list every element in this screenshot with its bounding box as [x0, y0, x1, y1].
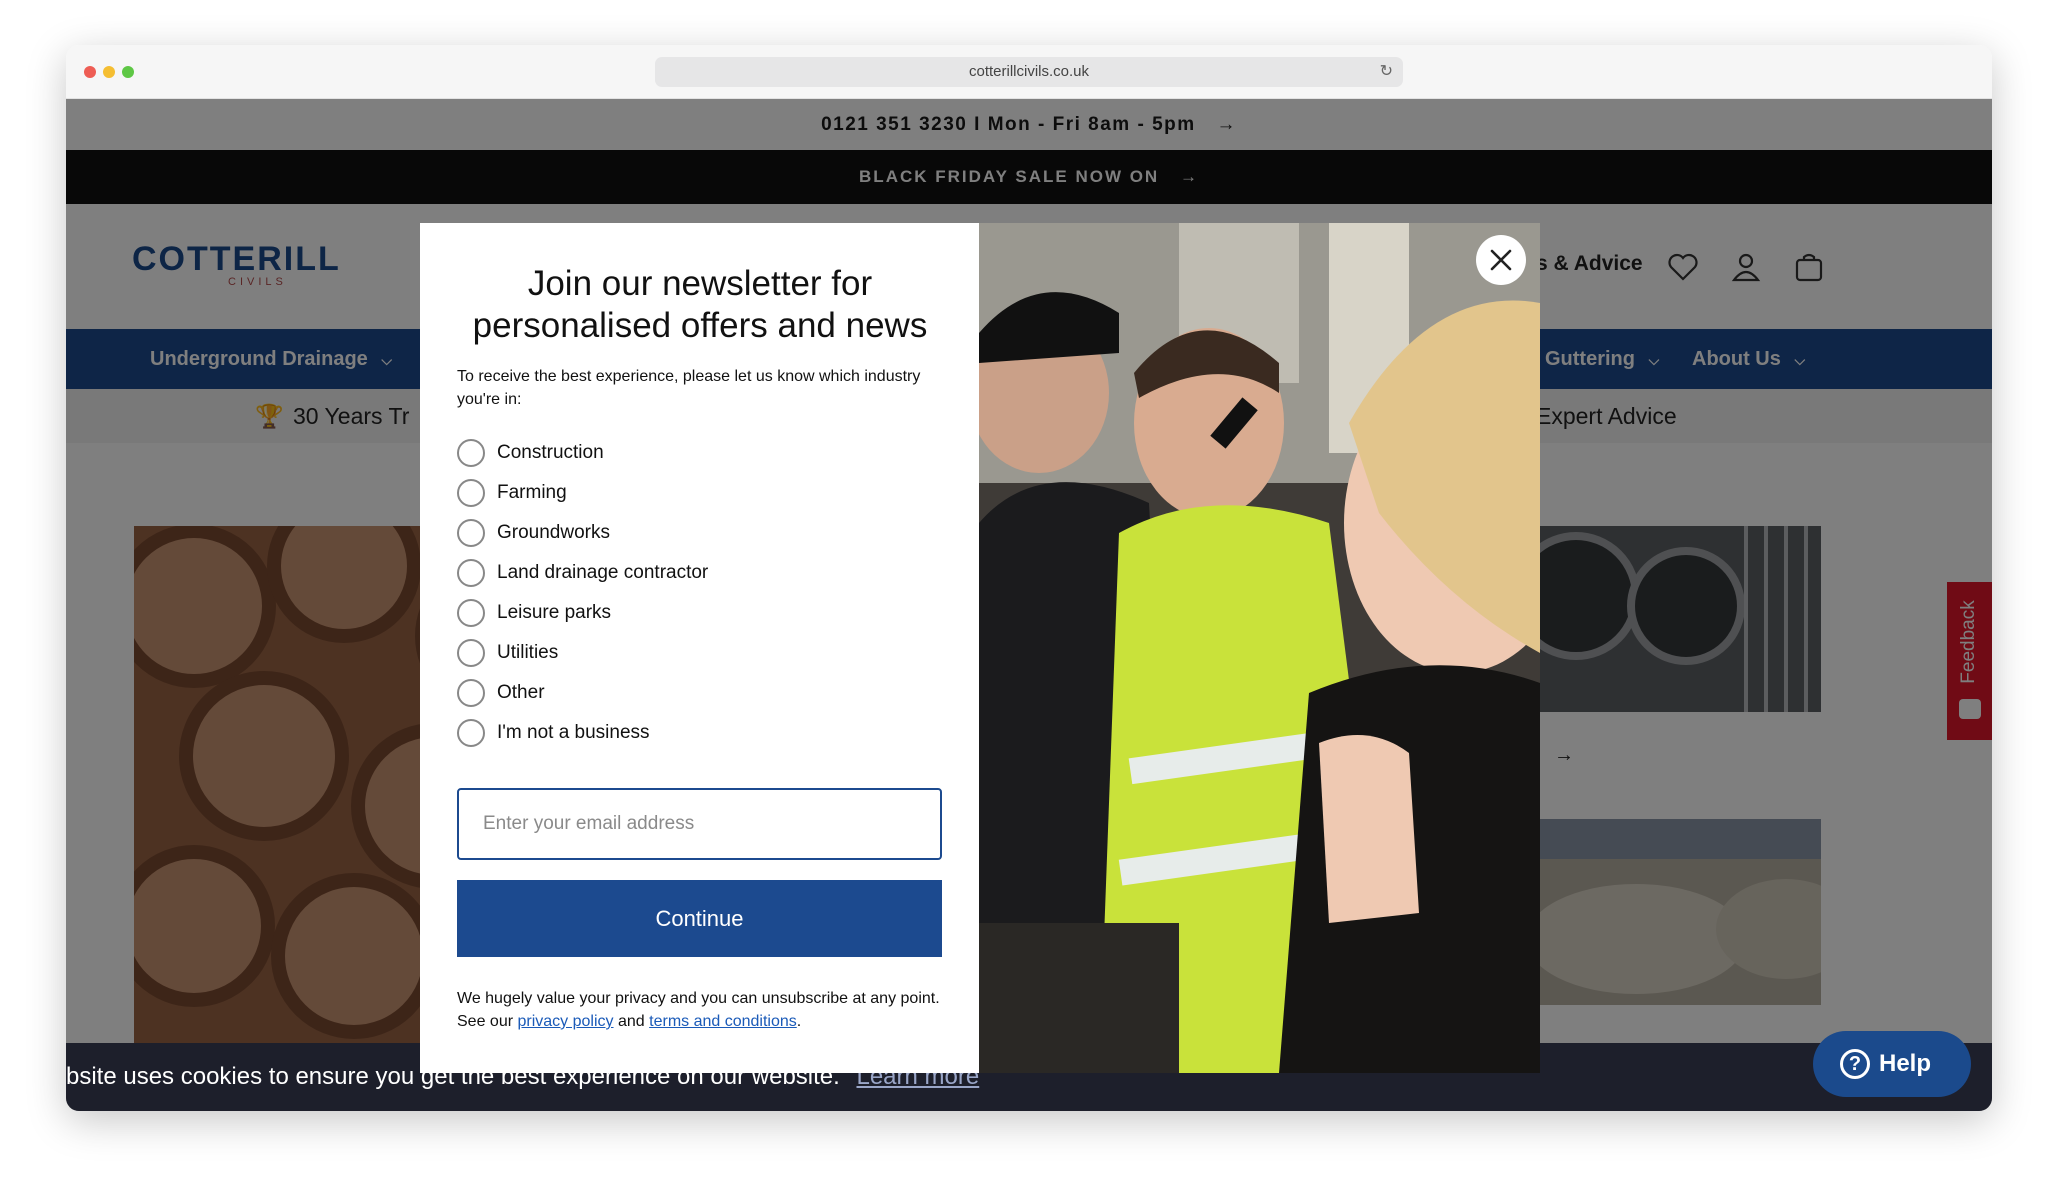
browser-chrome: cotterillcivils.co.uk ↻ — [66, 45, 1992, 99]
question-icon: ? — [1840, 1049, 1870, 1079]
industry-option-utilities[interactable]: Utilities — [457, 638, 558, 670]
industry-option-other[interactable]: Other — [457, 678, 545, 710]
close-window-dot[interactable] — [84, 66, 96, 78]
option-label: Construction — [497, 442, 604, 463]
modal-title: Join our newsletter for personalised off… — [472, 264, 928, 345]
radio-button[interactable] — [457, 439, 485, 467]
modal-subtitle: To receive the best experience, please l… — [457, 368, 921, 408]
option-label: Land drainage contractor — [497, 562, 709, 583]
option-label: Utilities — [497, 642, 559, 663]
option-label: Groundworks — [497, 522, 610, 543]
industry-option-not-business[interactable]: I'm not a business — [457, 718, 650, 750]
call-centre-photo — [979, 223, 1540, 1073]
radio-button[interactable] — [457, 519, 485, 547]
option-label: Leisure parks — [497, 602, 612, 623]
newsletter-modal: Join our newsletter for personalised off… — [420, 223, 1540, 1073]
option-label: Other — [497, 682, 545, 703]
radio-button[interactable] — [457, 679, 485, 707]
browser-window: cotterillcivils.co.uk ↻ 0121 351 3230 I … — [66, 45, 1992, 1111]
and-text: and — [617, 1013, 645, 1030]
privacy-policy-link[interactable]: privacy policy — [518, 1013, 614, 1030]
continue-button[interactable]: Continue — [457, 880, 942, 957]
newsletter-form: Join our newsletter for personalised off… — [420, 223, 979, 1073]
radio-button[interactable] — [457, 639, 485, 667]
modal-photo — [979, 223, 1540, 1073]
email-input[interactable] — [457, 788, 942, 860]
radio-button[interactable] — [457, 599, 485, 627]
help-label: Help — [1879, 1050, 1932, 1077]
option-label: I'm not a business — [497, 722, 650, 743]
period-text: . — [796, 1013, 802, 1030]
radio-button[interactable] — [457, 479, 485, 507]
terms-conditions-link[interactable]: terms and conditions — [649, 1013, 797, 1030]
industry-option-groundworks[interactable]: Groundworks — [457, 518, 610, 550]
url-text: cotterillcivils.co.uk — [968, 63, 1090, 80]
maximize-window-dot[interactable] — [122, 66, 134, 78]
radio-button[interactable] — [457, 559, 485, 587]
close-icon — [1490, 249, 1512, 271]
industry-option-land-drainage[interactable]: Land drainage contractor — [457, 558, 708, 590]
help-button[interactable]: ? Help — [1813, 1031, 1971, 1097]
industry-option-construction[interactable]: Construction — [457, 438, 604, 470]
industry-option-farming[interactable]: Farming — [457, 478, 567, 510]
web-page: 0121 351 3230 I Mon - Fri 8am - 5pm → BL… — [66, 99, 1992, 1111]
industry-option-leisure-parks[interactable]: Leisure parks — [457, 598, 611, 630]
address-bar[interactable]: cotterillcivils.co.uk ↻ — [655, 57, 1403, 87]
reload-icon[interactable]: ↻ — [1380, 57, 1393, 87]
radio-button[interactable] — [457, 719, 485, 747]
minimize-window-dot[interactable] — [103, 66, 115, 78]
option-label: Farming — [497, 482, 567, 503]
privacy-notice: We hugely value your privacy and you can… — [457, 987, 942, 1033]
modal-close-button[interactable] — [1476, 235, 1526, 285]
